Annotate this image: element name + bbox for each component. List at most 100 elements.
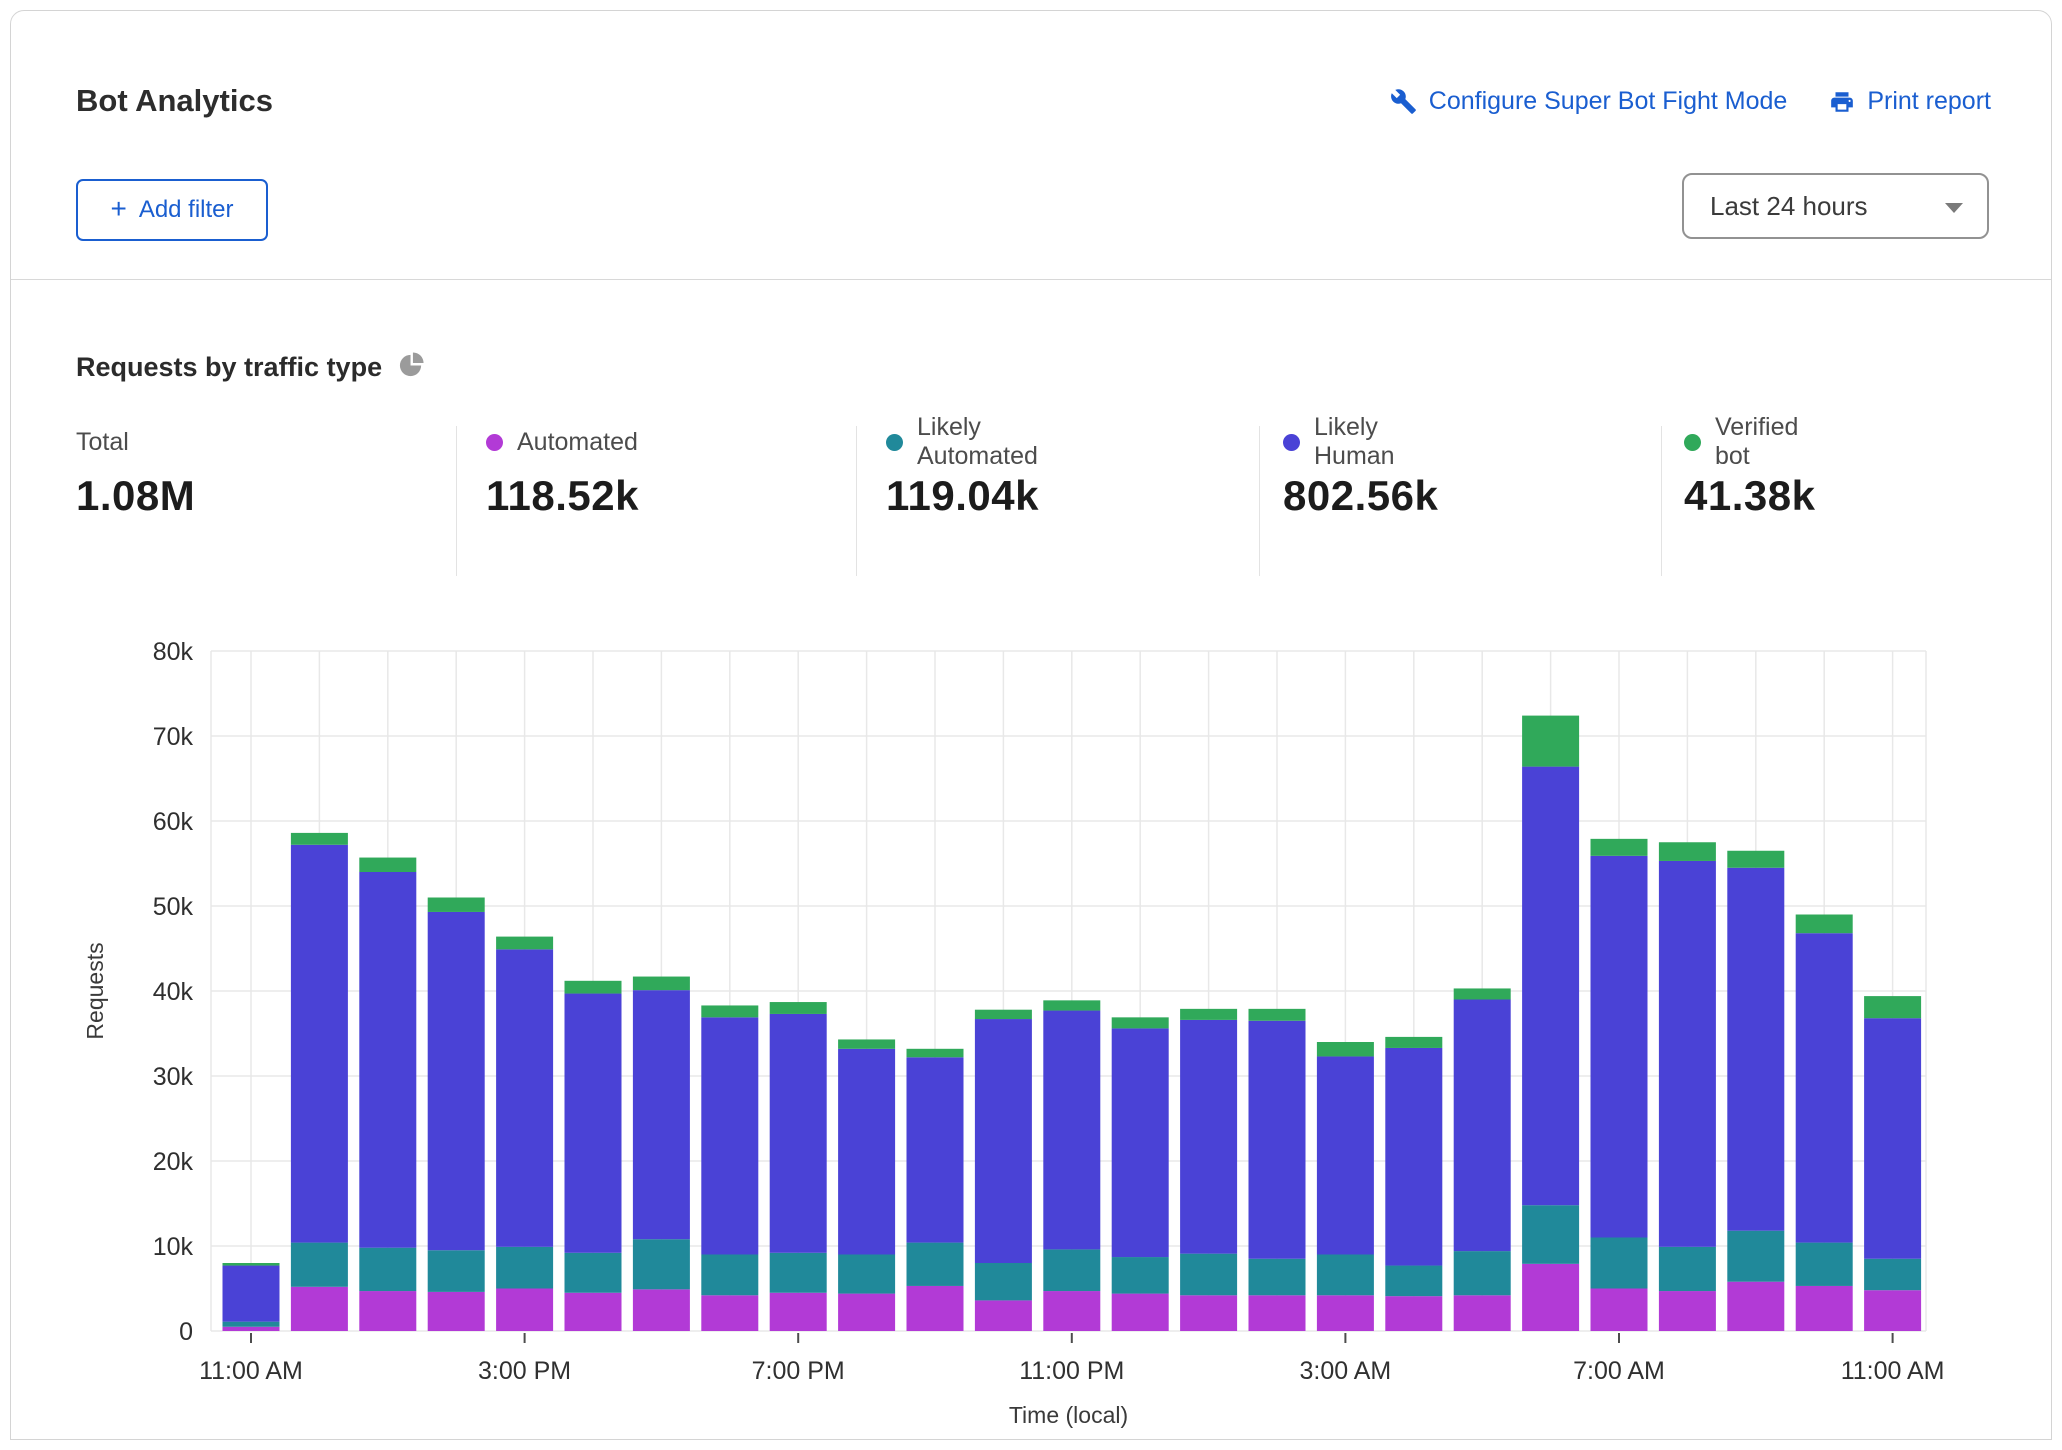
bar-segment-likely-automated[interactable]: [496, 1247, 553, 1289]
bar-segment-automated[interactable]: [1249, 1295, 1306, 1331]
bar-segment-verified-bot[interactable]: [1385, 1037, 1442, 1048]
bar-segment-likely-automated[interactable]: [1796, 1243, 1853, 1286]
bar-segment-automated[interactable]: [359, 1291, 416, 1331]
bar-segment-likely-human[interactable]: [701, 1017, 758, 1254]
bar-segment-likely-automated[interactable]: [359, 1248, 416, 1291]
bar-segment-verified-bot[interactable]: [1796, 915, 1853, 934]
add-filter-button[interactable]: + Add filter: [76, 179, 268, 241]
bar-segment-verified-bot[interactable]: [1727, 851, 1784, 868]
bar-segment-automated[interactable]: [838, 1294, 895, 1331]
bar-segment-likely-human[interactable]: [1659, 861, 1716, 1247]
bar-segment-likely-human[interactable]: [1454, 1000, 1511, 1252]
bar-segment-likely-automated[interactable]: [1727, 1231, 1784, 1282]
bar-segment-likely-automated[interactable]: [1659, 1247, 1716, 1291]
bar-segment-likely-human[interactable]: [1727, 868, 1784, 1231]
bar-segment-likely-automated[interactable]: [1864, 1259, 1921, 1290]
bar-segment-automated[interactable]: [770, 1293, 827, 1331]
bar-segment-automated[interactable]: [633, 1289, 690, 1331]
configure-super-bot-fight-mode-link[interactable]: Configure Super Bot Fight Mode: [1390, 87, 1788, 116]
bar-segment-verified-bot[interactable]: [496, 937, 553, 950]
bar-segment-automated[interactable]: [1727, 1282, 1784, 1331]
bar-segment-automated[interactable]: [1043, 1291, 1100, 1331]
bar-segment-likely-human[interactable]: [770, 1014, 827, 1253]
bar-segment-verified-bot[interactable]: [428, 898, 485, 912]
bar-segment-likely-automated[interactable]: [907, 1243, 964, 1286]
bar-segment-likely-automated[interactable]: [838, 1255, 895, 1294]
bar-segment-verified-bot[interactable]: [1180, 1009, 1237, 1020]
bar-segment-likely-automated[interactable]: [1249, 1259, 1306, 1296]
bar-segment-likely-human[interactable]: [359, 872, 416, 1248]
bar-segment-automated[interactable]: [496, 1289, 553, 1332]
bar-segment-automated[interactable]: [907, 1286, 964, 1331]
bar-segment-likely-human[interactable]: [1864, 1018, 1921, 1259]
bar-segment-likely-automated[interactable]: [1317, 1255, 1374, 1296]
bar-segment-likely-automated[interactable]: [1385, 1266, 1442, 1297]
bar-segment-verified-bot[interactable]: [838, 1039, 895, 1048]
bar-segment-likely-human[interactable]: [428, 912, 485, 1250]
print-report-link[interactable]: Print report: [1829, 87, 1991, 116]
bar-segment-verified-bot[interactable]: [1043, 1000, 1100, 1010]
bar-segment-automated[interactable]: [1180, 1295, 1237, 1331]
bar-segment-likely-human[interactable]: [1249, 1021, 1306, 1259]
bar-segment-automated[interactable]: [1864, 1290, 1921, 1331]
bar-segment-verified-bot[interactable]: [1522, 716, 1579, 767]
bar-segment-likely-human[interactable]: [496, 949, 553, 1247]
bar-segment-automated[interactable]: [1317, 1295, 1374, 1331]
bar-segment-verified-bot[interactable]: [1454, 988, 1511, 999]
bar-segment-automated[interactable]: [1591, 1289, 1648, 1332]
bar-segment-automated[interactable]: [291, 1287, 348, 1331]
bar-segment-verified-bot[interactable]: [223, 1263, 280, 1266]
bar-segment-verified-bot[interactable]: [1249, 1009, 1306, 1021]
bar-segment-likely-human[interactable]: [565, 994, 622, 1253]
bar-segment-automated[interactable]: [1659, 1291, 1716, 1331]
bar-segment-verified-bot[interactable]: [1591, 839, 1648, 856]
bar-segment-verified-bot[interactable]: [1659, 842, 1716, 861]
bar-segment-likely-human[interactable]: [223, 1266, 280, 1322]
bar-segment-verified-bot[interactable]: [359, 858, 416, 872]
bar-segment-verified-bot[interactable]: [565, 981, 622, 994]
bar-segment-likely-automated[interactable]: [291, 1243, 348, 1287]
bar-segment-verified-bot[interactable]: [1112, 1017, 1169, 1028]
bar-segment-likely-automated[interactable]: [223, 1322, 280, 1327]
bar-segment-likely-human[interactable]: [975, 1019, 1032, 1263]
bar-segment-automated[interactable]: [565, 1293, 622, 1331]
bar-segment-likely-human[interactable]: [291, 845, 348, 1243]
bar-segment-automated[interactable]: [1522, 1264, 1579, 1331]
bar-segment-automated[interactable]: [1454, 1295, 1511, 1331]
bar-segment-verified-bot[interactable]: [633, 977, 690, 991]
bar-segment-likely-human[interactable]: [1591, 856, 1648, 1238]
bar-segment-verified-bot[interactable]: [1864, 996, 1921, 1018]
bar-segment-verified-bot[interactable]: [907, 1049, 964, 1058]
bar-segment-automated[interactable]: [223, 1327, 280, 1331]
bar-segment-likely-automated[interactable]: [1112, 1257, 1169, 1294]
bar-segment-likely-human[interactable]: [838, 1049, 895, 1255]
bar-segment-verified-bot[interactable]: [701, 1005, 758, 1017]
bar-segment-likely-human[interactable]: [1796, 933, 1853, 1242]
bar-segment-likely-automated[interactable]: [1591, 1238, 1648, 1289]
bar-segment-automated[interactable]: [701, 1295, 758, 1331]
bar-segment-likely-human[interactable]: [1385, 1048, 1442, 1266]
bar-segment-likely-human[interactable]: [907, 1057, 964, 1242]
bar-segment-verified-bot[interactable]: [975, 1010, 1032, 1019]
bar-segment-likely-human[interactable]: [1112, 1028, 1169, 1257]
bar-segment-verified-bot[interactable]: [770, 1002, 827, 1014]
bar-segment-likely-automated[interactable]: [633, 1239, 690, 1289]
bar-segment-likely-automated[interactable]: [1043, 1249, 1100, 1291]
bar-segment-automated[interactable]: [1796, 1286, 1853, 1331]
bar-segment-verified-bot[interactable]: [291, 833, 348, 845]
bar-segment-likely-automated[interactable]: [975, 1263, 1032, 1300]
bar-segment-automated[interactable]: [428, 1292, 485, 1331]
bar-segment-likely-automated[interactable]: [1454, 1251, 1511, 1295]
bar-segment-automated[interactable]: [975, 1300, 1032, 1331]
bar-segment-automated[interactable]: [1385, 1296, 1442, 1331]
bar-segment-likely-automated[interactable]: [701, 1255, 758, 1296]
bar-segment-automated[interactable]: [1112, 1294, 1169, 1331]
bar-segment-likely-human[interactable]: [1317, 1056, 1374, 1254]
bar-segment-likely-human[interactable]: [633, 990, 690, 1239]
bar-segment-likely-automated[interactable]: [428, 1250, 485, 1292]
bar-segment-verified-bot[interactable]: [1317, 1042, 1374, 1056]
bar-segment-likely-automated[interactable]: [1180, 1254, 1237, 1296]
bar-segment-likely-human[interactable]: [1180, 1020, 1237, 1254]
bar-segment-likely-automated[interactable]: [565, 1253, 622, 1293]
bar-segment-likely-human[interactable]: [1043, 1011, 1100, 1250]
